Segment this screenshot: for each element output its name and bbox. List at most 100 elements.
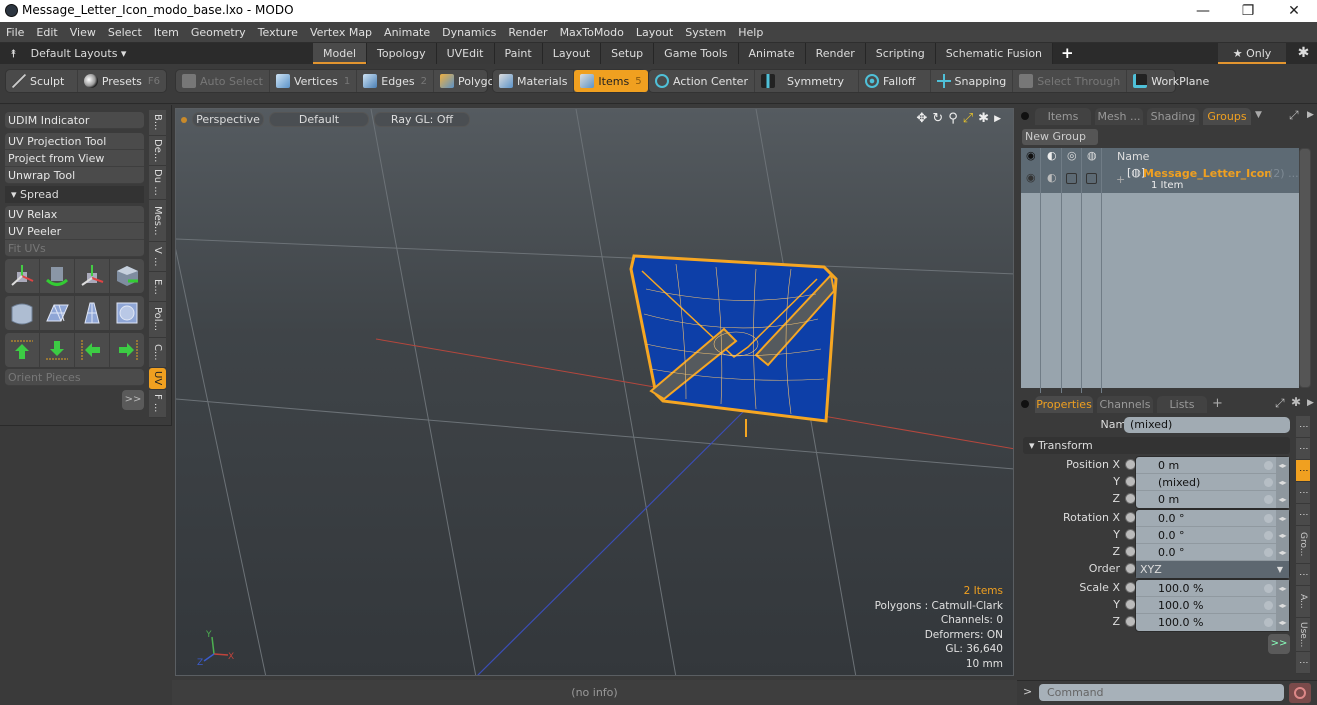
uv-cylinder-projection[interactable] [5, 296, 40, 330]
tab-model[interactable]: Model [313, 43, 368, 64]
render-toggle-icon[interactable]: ◐ [1047, 171, 1057, 184]
viewport-gear-icon[interactable]: ✱ [978, 111, 989, 127]
vtab-polygon[interactable]: Pol... [149, 302, 166, 338]
rvtab-2[interactable]: ⋮ [1296, 438, 1310, 460]
tab-uvedit[interactable]: UVEdit [436, 43, 495, 64]
transform-section[interactable]: ▾ Transform [1023, 437, 1290, 454]
rotation-y-field[interactable]: 0.0 ° ◂▸ [1136, 527, 1289, 544]
properties-menu-arrow-icon[interactable]: ▶ [1307, 398, 1314, 408]
vtab-curve[interactable]: C... [149, 338, 166, 368]
project-from-view-button[interactable]: Project from View [5, 150, 144, 167]
snapping-button[interactable]: Snapping [931, 70, 1014, 92]
tab-paint[interactable]: Paint [494, 43, 543, 64]
uv-peeler-button[interactable]: UV Peeler [5, 223, 144, 240]
command-input[interactable]: Command [1039, 684, 1284, 701]
menu-system[interactable]: System [679, 22, 732, 43]
presets-button[interactable]: Presets F6 [78, 70, 166, 92]
uv-mirror-tool[interactable] [110, 259, 144, 293]
falloff-button[interactable]: Falloff [859, 70, 931, 92]
raygl-button[interactable]: Ray GL: Off [374, 112, 470, 127]
group-list-scrollbar[interactable] [1299, 148, 1311, 388]
tab-groups[interactable]: Groups [1203, 108, 1251, 125]
align-top-button[interactable] [5, 333, 40, 367]
items-button[interactable]: Items 5 [574, 70, 648, 92]
vtab-vertex[interactable]: V ... [149, 242, 166, 272]
tab-render[interactable]: Render [805, 43, 866, 64]
add-tab-button[interactable]: + [1212, 396, 1223, 411]
uv-scale-tool[interactable] [75, 259, 110, 293]
menu-view[interactable]: View [64, 22, 102, 43]
tab-setup[interactable]: Setup [601, 43, 655, 64]
viewport-menu-arrow-icon[interactable]: ▶ [994, 111, 1001, 127]
rvtab-3[interactable]: ⋮ [1296, 460, 1310, 482]
scale-y-field[interactable]: 100.0 % ◂▸ [1136, 597, 1289, 614]
default-layouts-dropdown[interactable]: ⯭ Default Layouts ▾ [10, 43, 126, 64]
tabs-dropdown-icon[interactable]: ▼ [1255, 110, 1262, 120]
tab-properties[interactable]: Properties [1035, 396, 1093, 413]
menu-render[interactable]: Render [502, 22, 553, 43]
only-button[interactable]: ★ Only [1218, 43, 1286, 64]
uv-relax-button[interactable]: UV Relax [5, 206, 144, 223]
tab-items[interactable]: Items [1035, 108, 1091, 125]
auto-select-button[interactable]: Auto Select [176, 70, 270, 92]
vertices-button[interactable]: Vertices 1 [270, 70, 358, 92]
drag-handle[interactable]: ◂▸ [1276, 491, 1289, 508]
shading-mode-button[interactable]: Default [269, 112, 369, 127]
rvtab-10[interactable]: ⋮ [1296, 652, 1310, 674]
tab-topology[interactable]: Topology [367, 43, 437, 64]
rvtab-user[interactable]: Use... [1296, 618, 1310, 652]
select-toggle[interactable] [1086, 173, 1097, 184]
panel-options-dot[interactable] [1021, 112, 1029, 120]
3d-viewport[interactable]: Y X Z Perspective Default Ray GL: Off ✥ … [175, 108, 1014, 676]
command-history-button[interactable] [1289, 683, 1311, 703]
tab-shading[interactable]: Shading [1147, 108, 1199, 125]
orient-pieces-button[interactable]: Orient Pieces [5, 369, 144, 386]
tab-lists[interactable]: Lists [1157, 396, 1207, 413]
viewport-options-dot[interactable] [181, 117, 187, 123]
menu-select[interactable]: Select [102, 22, 148, 43]
panel-menu-arrow-icon[interactable]: ▶ [1307, 110, 1314, 120]
menu-help[interactable]: Help [732, 22, 769, 43]
expand-group-icon[interactable]: + [1116, 173, 1125, 186]
menu-geometry[interactable]: Geometry [185, 22, 252, 43]
tab-layout[interactable]: Layout [542, 43, 602, 64]
select-through-button[interactable]: Select Through [1013, 70, 1128, 92]
uv-sphere-projection[interactable] [110, 296, 144, 330]
drag-handle[interactable]: ◂▸ [1276, 457, 1289, 474]
uv-planar-projection[interactable] [40, 296, 75, 330]
uv-move-tool[interactable] [5, 259, 40, 293]
rvtab-4[interactable]: ⋮ [1296, 482, 1310, 504]
tab-schematic-fusion[interactable]: Schematic Fusion [935, 43, 1054, 64]
vtab-mesh-edit[interactable]: Mes... [149, 200, 166, 242]
new-group-button[interactable]: New Group [1022, 129, 1098, 145]
orbit-icon[interactable]: ↻ [932, 111, 943, 127]
close-button[interactable]: ✕ [1271, 0, 1317, 22]
menu-vertex-map[interactable]: Vertex Map [304, 22, 378, 43]
menu-layout[interactable]: Layout [630, 22, 679, 43]
align-right-button[interactable] [110, 333, 144, 367]
vtab-deform[interactable]: De... [149, 136, 166, 166]
menu-texture[interactable]: Texture [252, 22, 304, 43]
gear-icon[interactable]: ✱ [1290, 43, 1317, 64]
rvtab-assembly[interactable]: A... [1296, 586, 1310, 618]
visibility-toggle-icon[interactable]: ◉ [1026, 171, 1036, 184]
materials-button[interactable]: Materials [493, 70, 575, 92]
menu-dynamics[interactable]: Dynamics [436, 22, 502, 43]
unwrap-tool-button[interactable]: Unwrap Tool [5, 167, 144, 184]
sculpt-button[interactable]: Sculpt [6, 70, 78, 92]
tab-channels[interactable]: Channels [1097, 396, 1153, 413]
vtab-basic[interactable]: B... [149, 110, 166, 136]
drag-handle[interactable]: ◂▸ [1276, 527, 1289, 544]
properties-gear-icon[interactable]: ✱ [1291, 395, 1301, 409]
rvtab-7[interactable]: ⋮ [1296, 564, 1310, 586]
drag-handle[interactable]: ◂▸ [1276, 614, 1289, 631]
lock-toggle[interactable] [1066, 173, 1077, 184]
tab-scripting[interactable]: Scripting [865, 43, 936, 64]
uv-projection-tool-button[interactable]: UV Projection Tool [5, 133, 144, 150]
spread-section[interactable]: ▾ Spread [5, 186, 144, 203]
add-layout-tab-button[interactable]: + [1053, 43, 1082, 64]
properties-options-dot[interactable] [1021, 400, 1029, 408]
group-row[interactable]: ◉ ◐ + [◍] Message_Letter_Icon (2) ... 1 … [1021, 165, 1299, 193]
drag-handle[interactable]: ◂▸ [1276, 580, 1289, 597]
tab-mesh[interactable]: Mesh ... [1095, 108, 1143, 125]
